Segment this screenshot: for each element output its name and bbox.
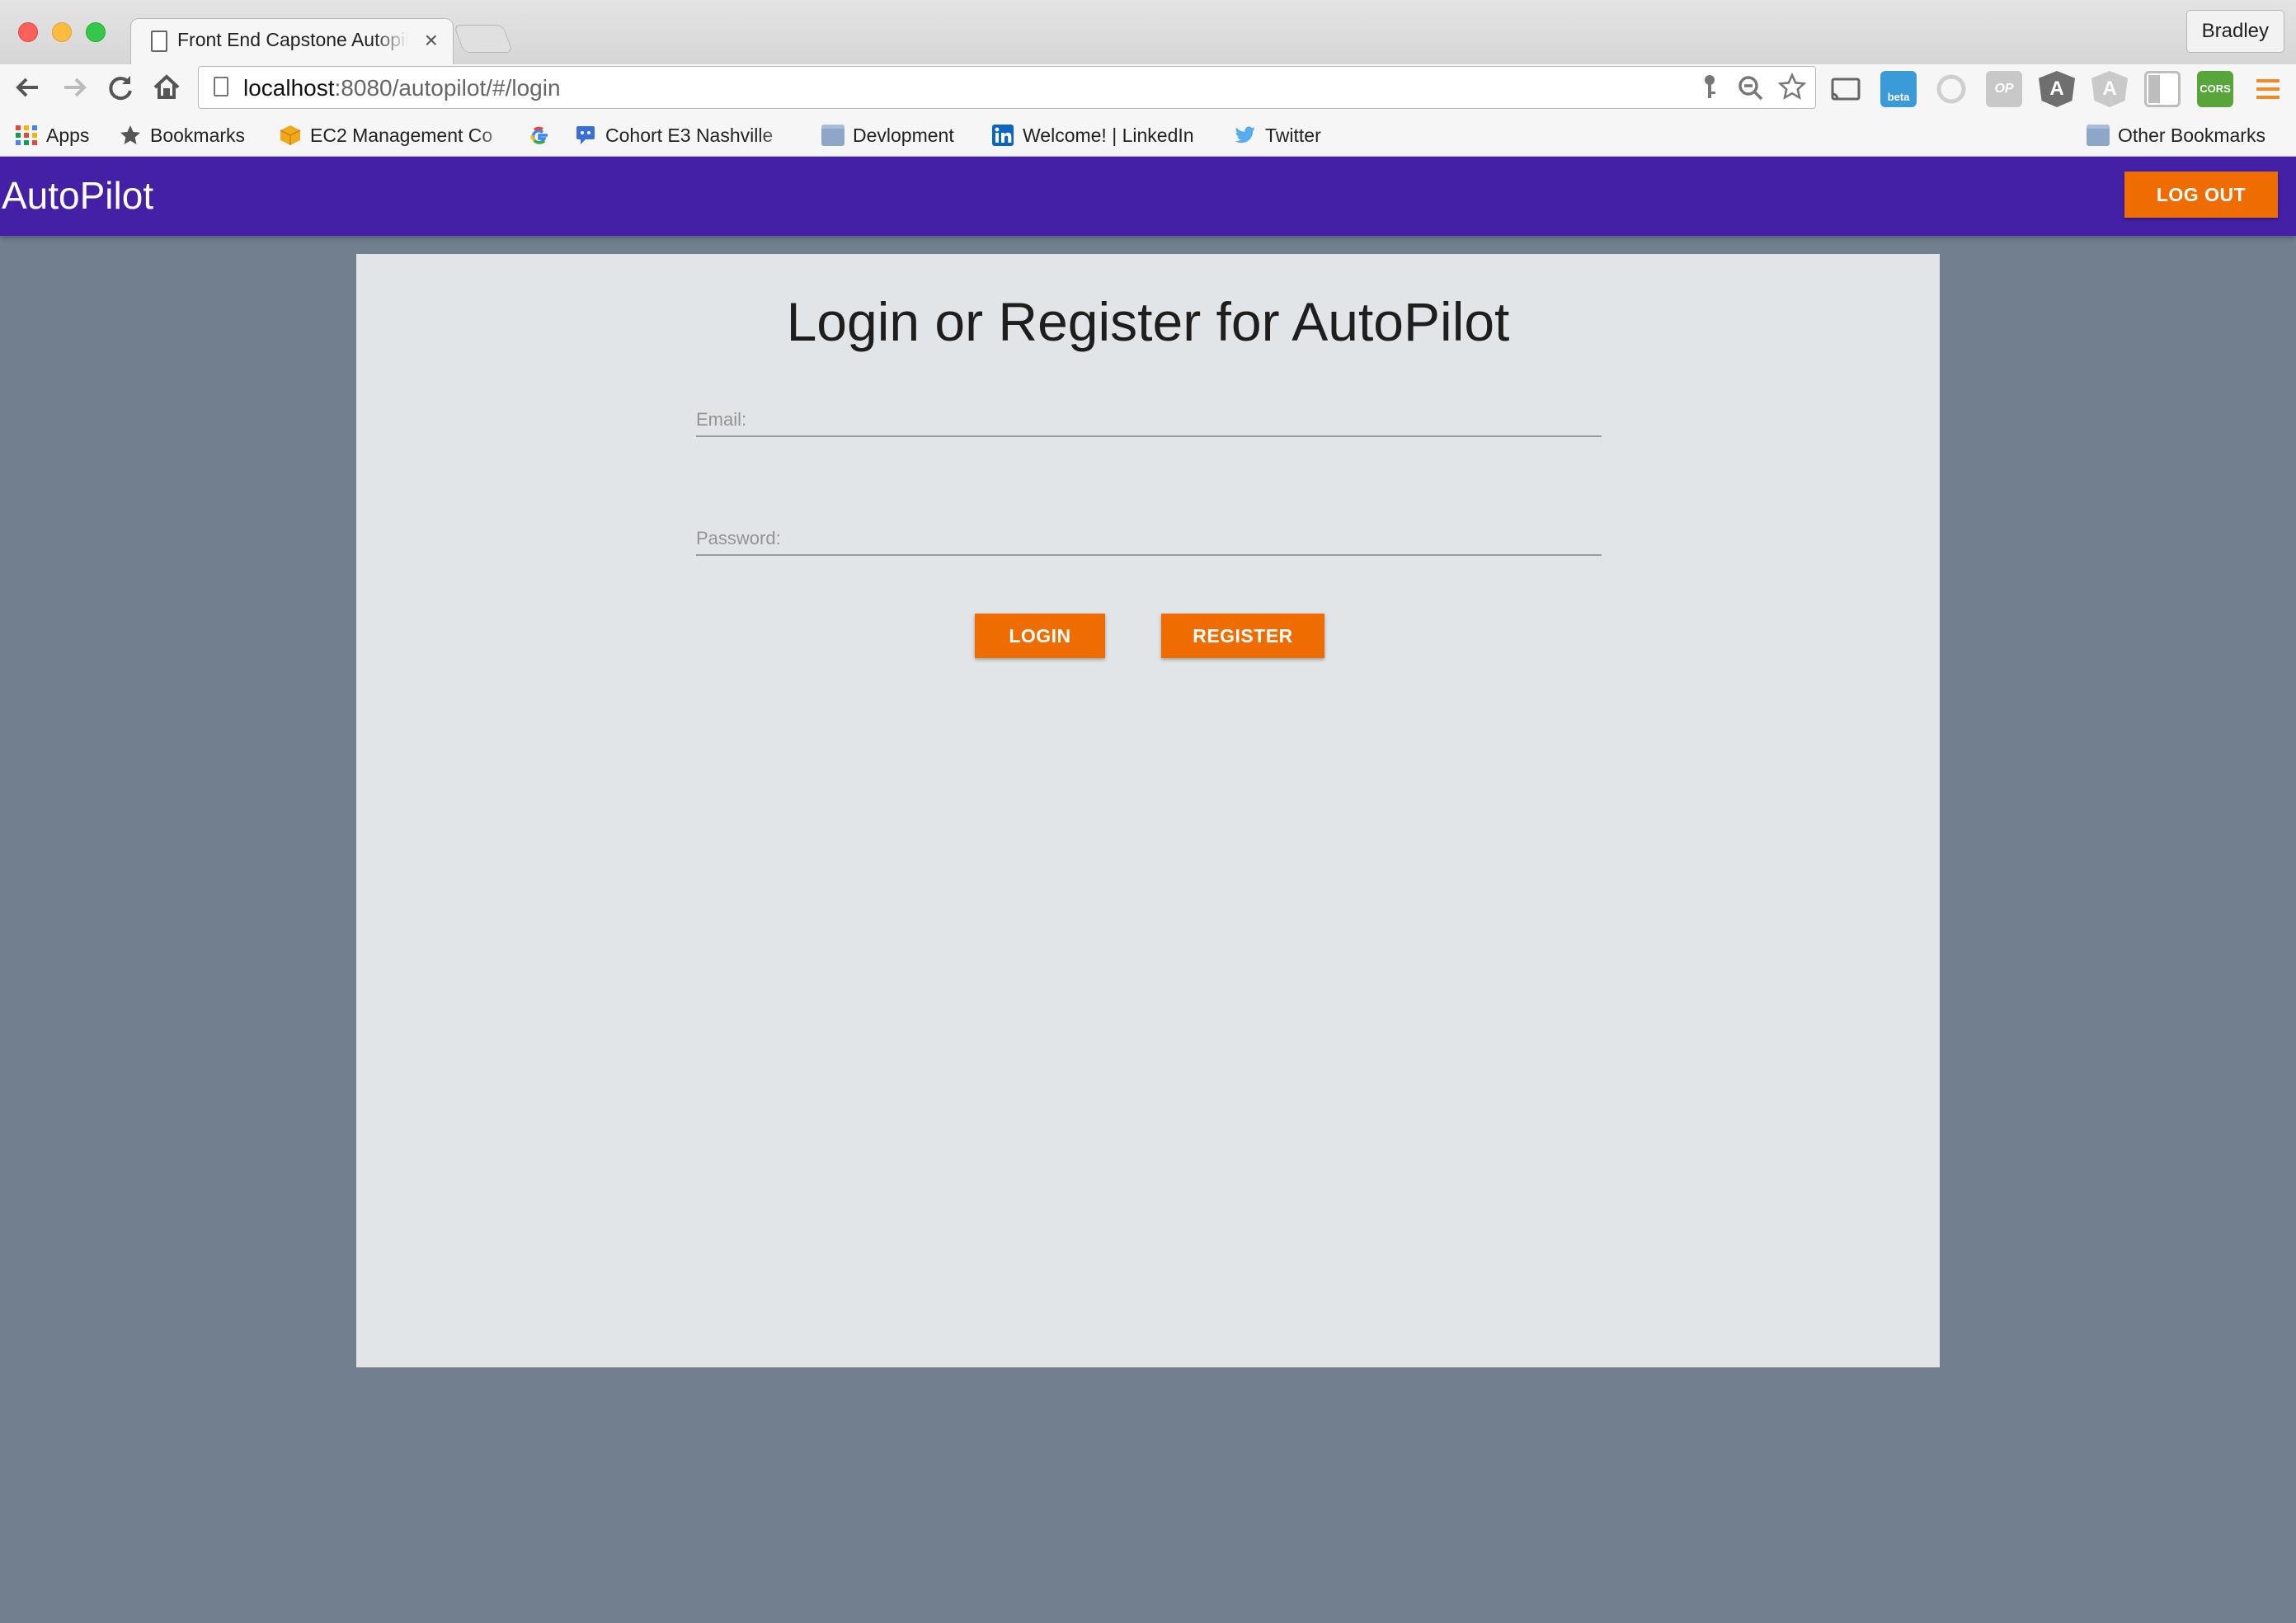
- bookmark-linkedin[interactable]: Welcome! | LinkedIn: [991, 120, 1194, 150]
- bookmark-apps[interactable]: Apps: [15, 120, 89, 150]
- bookmark-folder-other[interactable]: Other Bookmarks: [2087, 120, 2265, 150]
- close-window-button[interactable]: [18, 22, 38, 42]
- login-button[interactable]: LOGIN: [975, 614, 1105, 658]
- page-info-icon[interactable]: [214, 77, 228, 96]
- bookmark-twitter[interactable]: Twitter: [1234, 120, 1321, 150]
- bookmark-label: Welcome! | LinkedIn: [1023, 124, 1194, 146]
- chrome-menu-icon[interactable]: [2250, 71, 2286, 107]
- extension-panel-icon[interactable]: [2144, 71, 2181, 107]
- extension-beta-icon[interactable]: beta: [1880, 71, 1917, 107]
- browser-toolbar: localhost:8080/autopilot/#/login beta OP…: [0, 64, 2296, 114]
- reload-icon[interactable]: [102, 69, 139, 106]
- bookmark-ec2[interactable]: EC2 Management Co: [279, 120, 516, 150]
- extension-circle-icon[interactable]: [1933, 71, 1969, 107]
- password-field-container: [696, 523, 1602, 556]
- bookmark-bookmarks[interactable]: Bookmarks: [119, 120, 245, 150]
- chat-icon: [574, 125, 597, 146]
- bookmark-label: Other Bookmarks: [2118, 124, 2265, 146]
- angular-extension-icon[interactable]: A: [2039, 71, 2075, 107]
- bookmark-label: Twitter: [1265, 124, 1321, 146]
- tab-close-icon[interactable]: ×: [425, 27, 438, 54]
- bookmark-folder-devlopment[interactable]: Devlopment: [821, 120, 954, 150]
- page-title: Login or Register for AutoPilot: [786, 291, 1510, 352]
- zoom-icon[interactable]: [1736, 72, 1766, 103]
- bookmark-label: Apps: [46, 124, 90, 146]
- extension-op-icon[interactable]: OP: [1986, 71, 2022, 107]
- browser-tab-strip: Front End Capstone Autopilot × Bradley: [0, 0, 2296, 64]
- new-tab-button[interactable]: [453, 25, 514, 53]
- google-icon: [528, 125, 551, 146]
- home-icon[interactable]: [148, 69, 185, 106]
- key-icon[interactable]: [1695, 72, 1724, 103]
- logout-button[interactable]: LOG OUT: [2124, 172, 2278, 218]
- minimize-window-button[interactable]: [52, 22, 72, 42]
- cast-icon[interactable]: [1828, 71, 1864, 107]
- browser-tab-active[interactable]: Front End Capstone Autopilot ×: [130, 18, 454, 64]
- back-icon[interactable]: [10, 69, 46, 106]
- password-input[interactable]: [696, 523, 1602, 554]
- twitter-icon: [1234, 125, 1257, 146]
- bookmark-label: Devlopment: [853, 124, 954, 146]
- bookmark-cohort[interactable]: Cohort E3 Nashville: [574, 120, 797, 150]
- bookmark-label: Cohort E3 Nashville: [605, 124, 774, 146]
- apps-grid-icon: [15, 125, 38, 146]
- app-brand[interactable]: AutoPilot: [2, 173, 153, 218]
- cors-extension-icon[interactable]: CORS: [2197, 71, 2233, 107]
- register-button[interactable]: REGISTER: [1161, 614, 1324, 658]
- maximize-window-button[interactable]: [86, 22, 106, 42]
- tab-title: Front End Capstone Autopilot: [177, 29, 408, 50]
- aws-icon: [279, 125, 302, 146]
- bookmarks-bar: Apps Bookmarks EC2 Management Co Cohort …: [0, 114, 2296, 157]
- login-card: Login or Register for AutoPilot LOGIN RE…: [356, 254, 1940, 1367]
- bookmark-google[interactable]: [528, 120, 551, 150]
- email-field-container: [696, 404, 1602, 437]
- app-header: AutoPilot LOG OUT: [0, 157, 2296, 236]
- bookmark-label: Bookmarks: [150, 124, 246, 146]
- bookmark-label: EC2 Management Co: [310, 124, 493, 146]
- linkedin-icon: [991, 125, 1014, 146]
- star-icon[interactable]: [1777, 72, 1807, 103]
- angular-extension-disabled-icon[interactable]: A: [2091, 71, 2128, 107]
- email-input[interactable]: [696, 404, 1602, 435]
- url-text[interactable]: localhost:8080/autopilot/#/login: [243, 75, 561, 101]
- profile-button[interactable]: Bradley: [2185, 10, 2284, 53]
- folder-icon: [2087, 125, 2110, 146]
- address-bar[interactable]: localhost:8080/autopilot/#/login: [198, 66, 1816, 109]
- page-icon: [151, 31, 167, 52]
- folder-icon: [821, 125, 845, 146]
- star-icon: [119, 125, 142, 146]
- forward-icon[interactable]: [56, 69, 92, 106]
